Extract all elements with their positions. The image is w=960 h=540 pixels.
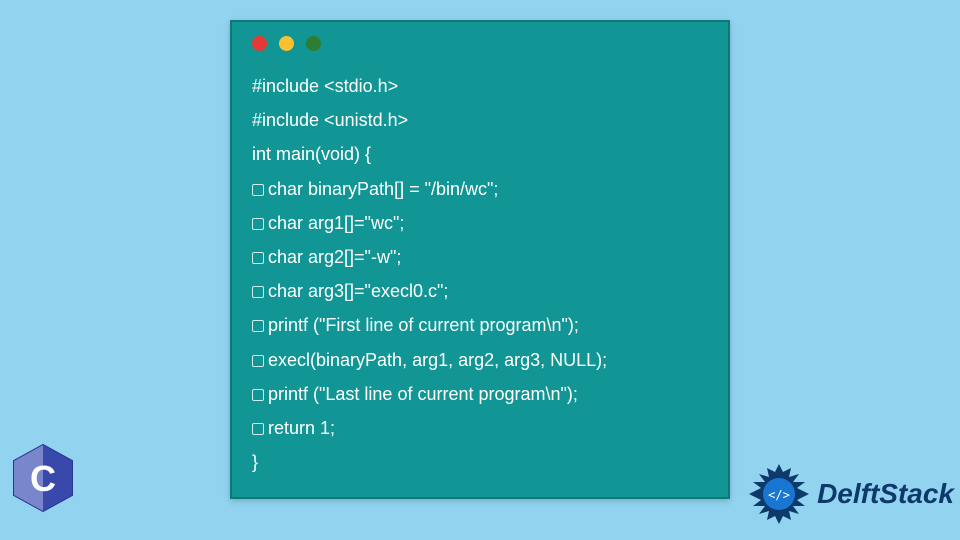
code-line: char binaryPath[] = "/bin/wc"; <box>252 172 708 206</box>
c-logo-letter: C <box>30 458 56 499</box>
code-line: #include <stdio.h> <box>252 69 708 103</box>
tab-marker-icon <box>252 218 264 230</box>
code-text: printf ("First line of current program\n… <box>268 315 579 335</box>
code-text: } <box>252 452 258 472</box>
code-line: execl(binaryPath, arg1, arg2, arg3, NULL… <box>252 343 708 377</box>
brand-name: DelftStack <box>817 478 954 510</box>
code-text: char arg3[]="execl0.c"; <box>268 281 448 301</box>
code-text: char arg1[]="wc"; <box>268 213 404 233</box>
tab-marker-icon <box>252 355 264 367</box>
code-line: } <box>252 445 708 479</box>
c-language-logo: C <box>12 443 74 518</box>
code-line: #include <unistd.h> <box>252 103 708 137</box>
code-text: char arg2[]="-w"; <box>268 247 401 267</box>
code-window: #include <stdio.h> #include <unistd.h> int… <box>230 20 730 499</box>
code-line: return 1; <box>252 411 708 445</box>
tab-marker-icon <box>252 184 264 196</box>
tab-marker-icon <box>252 286 264 298</box>
tab-marker-icon <box>252 423 264 435</box>
minimize-icon <box>279 36 294 51</box>
close-icon <box>252 36 267 51</box>
code-line: char arg3[]="execl0.c"; <box>252 274 708 308</box>
code-text: int main(void) { <box>252 144 371 164</box>
code-text: char binaryPath[] = "/bin/wc"; <box>268 179 498 199</box>
code-line: char arg2[]="-w"; <box>252 240 708 274</box>
tab-marker-icon <box>252 389 264 401</box>
window-controls <box>252 36 708 51</box>
code-line: printf ("Last line of current program\n"… <box>252 377 708 411</box>
code-line: char arg1[]="wc"; <box>252 206 708 240</box>
code-line: int main(void) { <box>252 137 708 171</box>
code-text: #include <stdio.h> <box>252 76 398 96</box>
delftstack-logo: </> DelftStack <box>747 462 954 526</box>
code-line: printf ("First line of current program\n… <box>252 308 708 342</box>
tab-marker-icon <box>252 320 264 332</box>
code-text: #include <unistd.h> <box>252 110 408 130</box>
code-text: execl(binaryPath, arg1, arg2, arg3, NULL… <box>268 350 607 370</box>
code-text: printf ("Last line of current program\n"… <box>268 384 578 404</box>
svg-text:</>: </> <box>768 488 790 502</box>
code-text: return 1; <box>268 418 335 438</box>
gear-icon: </> <box>747 462 811 526</box>
maximize-icon <box>306 36 321 51</box>
tab-marker-icon <box>252 252 264 264</box>
code-block: #include <stdio.h> #include <unistd.h> int… <box>252 69 708 479</box>
